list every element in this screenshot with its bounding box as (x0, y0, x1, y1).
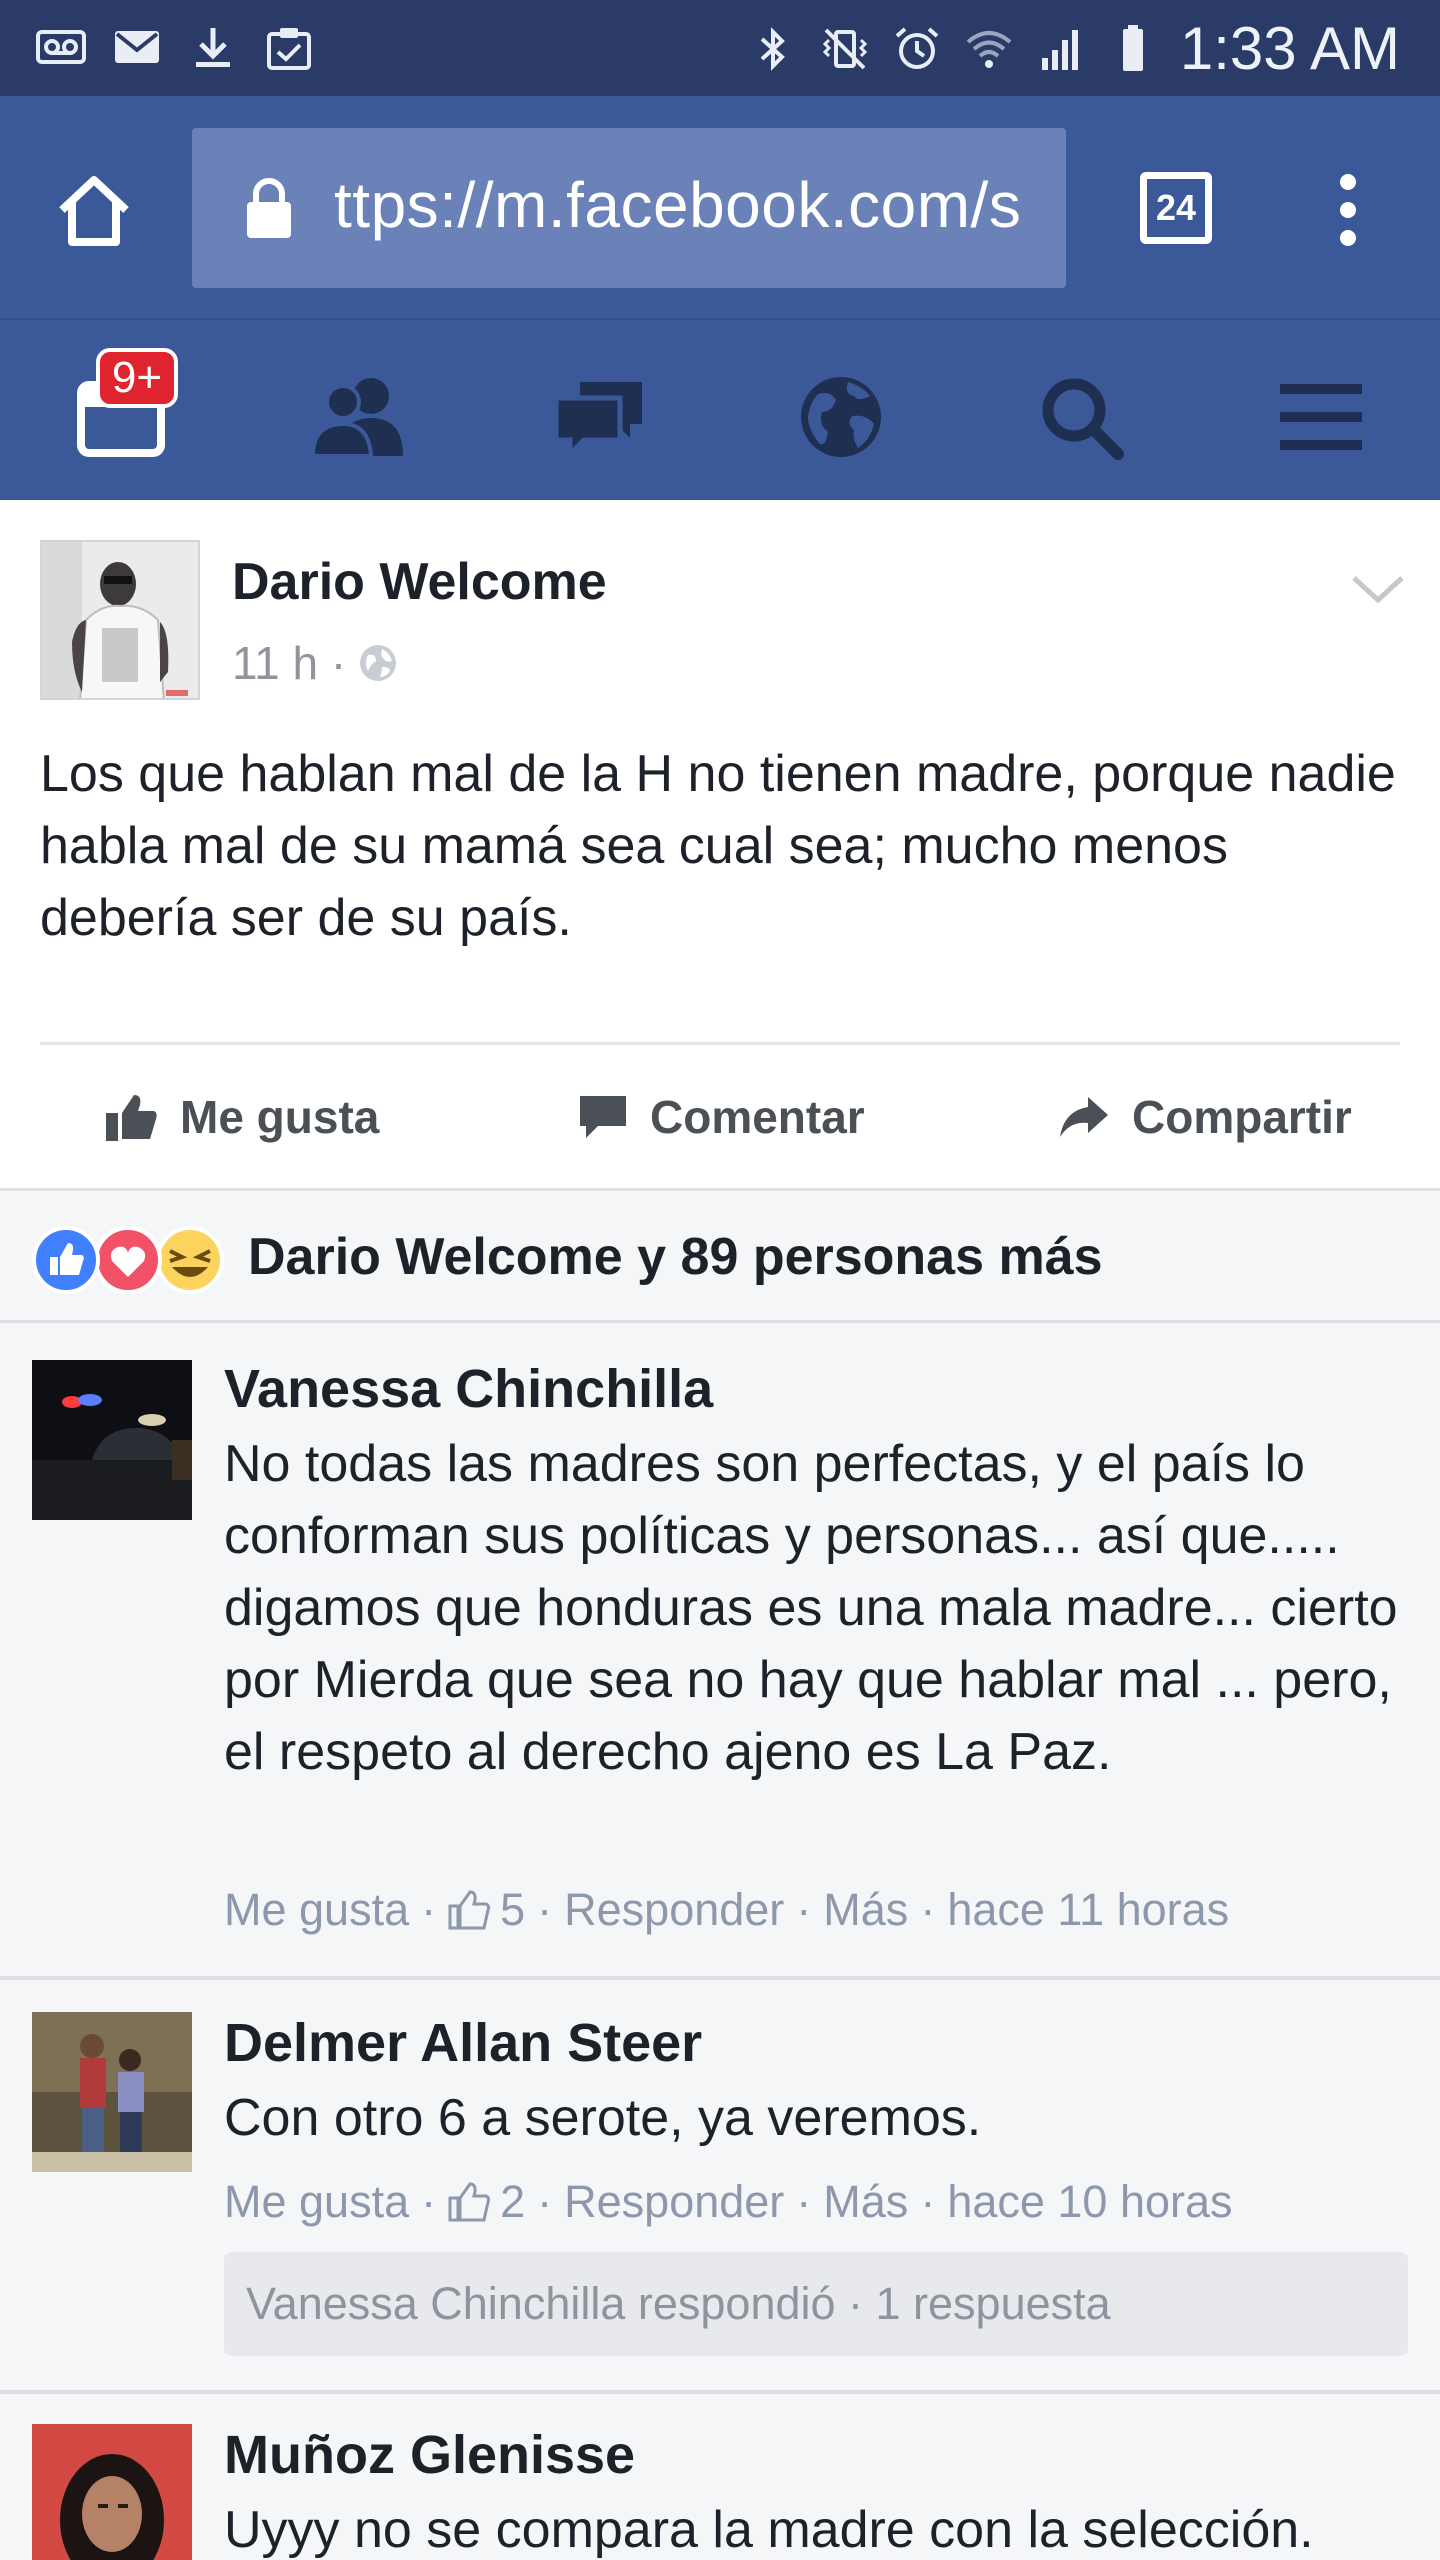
post-actions: Me gusta Comentar Compartir (0, 1046, 1440, 1186)
menu-icon (1280, 384, 1362, 450)
url-bar[interactable]: ttps://m.facebook.com/s (192, 128, 1066, 288)
comment-like-link[interactable]: Me gusta (224, 2176, 409, 2228)
comment-label: Comentar (650, 1091, 865, 1143)
commenter-avatar[interactable] (32, 2012, 192, 2172)
comment-item: Muñoz Glenisse Uyyy no se compara la mad… (0, 2394, 1440, 2560)
notification-badge: 9+ (96, 348, 178, 408)
comment-meta: Me gusta · 5 · Responder · Más · hace 11… (224, 1884, 1230, 1936)
nav-messages[interactable] (545, 362, 655, 472)
home-icon[interactable] (52, 168, 136, 252)
haha-icon (156, 1226, 224, 1294)
comment-item: Delmer Allan Steer Con otro 6 a serote, … (0, 1980, 1440, 2390)
globe-privacy-icon (360, 645, 397, 681)
mail-icon (115, 31, 159, 63)
comment-reply-link[interactable]: Responder (564, 1884, 784, 1936)
vibrate-icon (822, 28, 867, 69)
post-bottom-border (0, 1188, 1440, 1191)
url-text: ttps://m.facebook.com/s (334, 169, 1022, 241)
comment-text: Uyyy no se compara la madre con la selec… (224, 2501, 1314, 2559)
comment-like-link[interactable]: Me gusta (224, 1884, 409, 1936)
signal-icon (1041, 29, 1078, 70)
comment-button[interactable]: Comentar (578, 1090, 865, 1144)
like-label: Me gusta (180, 1091, 380, 1143)
wifi-icon (966, 30, 1012, 68)
comment-meta: Me gusta · 2 · Responder · Más · hace 10… (224, 2176, 1233, 2228)
comment-more-link[interactable]: Más (823, 1884, 908, 1936)
commenter-name[interactable]: Vanessa Chinchilla (224, 1358, 713, 1420)
author-avatar[interactable] (40, 540, 200, 700)
commenter-photo (32, 1360, 192, 1520)
comment-time[interactable]: hace 11 horas (947, 1884, 1229, 1936)
nav-menu[interactable] (1266, 362, 1376, 472)
friends-icon (310, 378, 403, 458)
share-label: Compartir (1132, 1091, 1352, 1143)
nav-globe[interactable] (786, 362, 896, 472)
post-time[interactable]: 11 h · (232, 636, 346, 690)
lock-icon (247, 178, 291, 238)
chevron-down-icon[interactable] (1350, 570, 1406, 610)
status-time: 1:33 AM (1179, 15, 1400, 82)
reactions-summary[interactable]: Dario Welcome y 89 personas más (0, 1193, 1440, 1323)
nav-search[interactable] (1026, 362, 1136, 472)
commenter-name[interactable]: Muñoz Glenisse (224, 2424, 635, 2486)
commenter-name[interactable]: Delmer Allan Steer (224, 2012, 702, 2074)
share-button[interactable]: Compartir (1058, 1090, 1352, 1144)
download-icon (196, 28, 230, 67)
comment-reply-link[interactable]: Responder (564, 2176, 784, 2228)
battery-icon (1122, 24, 1143, 71)
like-count-icon (448, 1890, 491, 1930)
commenter-photo (32, 2012, 192, 2172)
alarm-icon (895, 26, 939, 69)
like-count-icon (448, 2182, 491, 2222)
share-icon (1060, 1097, 1108, 1137)
voicemail-icon (36, 30, 86, 64)
reaction-icons (32, 1226, 224, 1294)
status-bar: 1:33 AM (0, 0, 1440, 96)
commenter-photo (32, 2424, 192, 2560)
facebook-nav-bar: 9+ (0, 320, 1440, 500)
commenter-avatar[interactable] (32, 2424, 192, 2560)
nav-friends[interactable] (304, 362, 414, 472)
post-meta: 11 h · (232, 636, 398, 690)
comment-item: Vanessa Chinchilla No todas las madres s… (0, 1326, 1440, 1976)
comment-more-link[interactable]: Más (823, 2176, 908, 2228)
messages-icon (553, 382, 642, 461)
tab-switcher-button[interactable]: 24 (1140, 172, 1212, 244)
post-divider (40, 1042, 1400, 1045)
comment-like-count: 2 (500, 2176, 526, 2227)
comment-like-count: 5 (500, 1884, 526, 1935)
comment-text: No todas las madres son perfectas, y el … (224, 1435, 1398, 1781)
view-replies-button[interactable]: Vanessa Chinchilla respondió · 1 respues… (224, 2252, 1408, 2356)
browser-toolbar: ttps://m.facebook.com/s 24 (0, 96, 1440, 320)
clipboard-check-icon (267, 28, 311, 70)
search-icon (1042, 378, 1124, 460)
bluetooth-icon (760, 26, 785, 71)
comment-time[interactable]: hace 10 horas (947, 2176, 1232, 2228)
globe-icon (801, 377, 881, 457)
overflow-menu-icon[interactable] (1330, 168, 1366, 252)
author-photo (42, 542, 198, 698)
post-text: Los que hablan mal de la H no tienen mad… (40, 745, 1396, 947)
comment-text: Con otro 6 a serote, ya veremos. (224, 2089, 982, 2147)
reactions-text: Dario Welcome y 89 personas más (248, 1228, 1103, 1286)
post-card: Dario Welcome 11 h · Los que hablan mal … (0, 500, 1440, 1191)
thumbs-up-icon (106, 1095, 157, 1141)
post-author-name[interactable]: Dario Welcome (232, 552, 607, 612)
comment-icon (580, 1096, 626, 1138)
commenter-avatar[interactable] (32, 1360, 192, 1520)
like-button[interactable]: Me gusta (106, 1090, 379, 1144)
